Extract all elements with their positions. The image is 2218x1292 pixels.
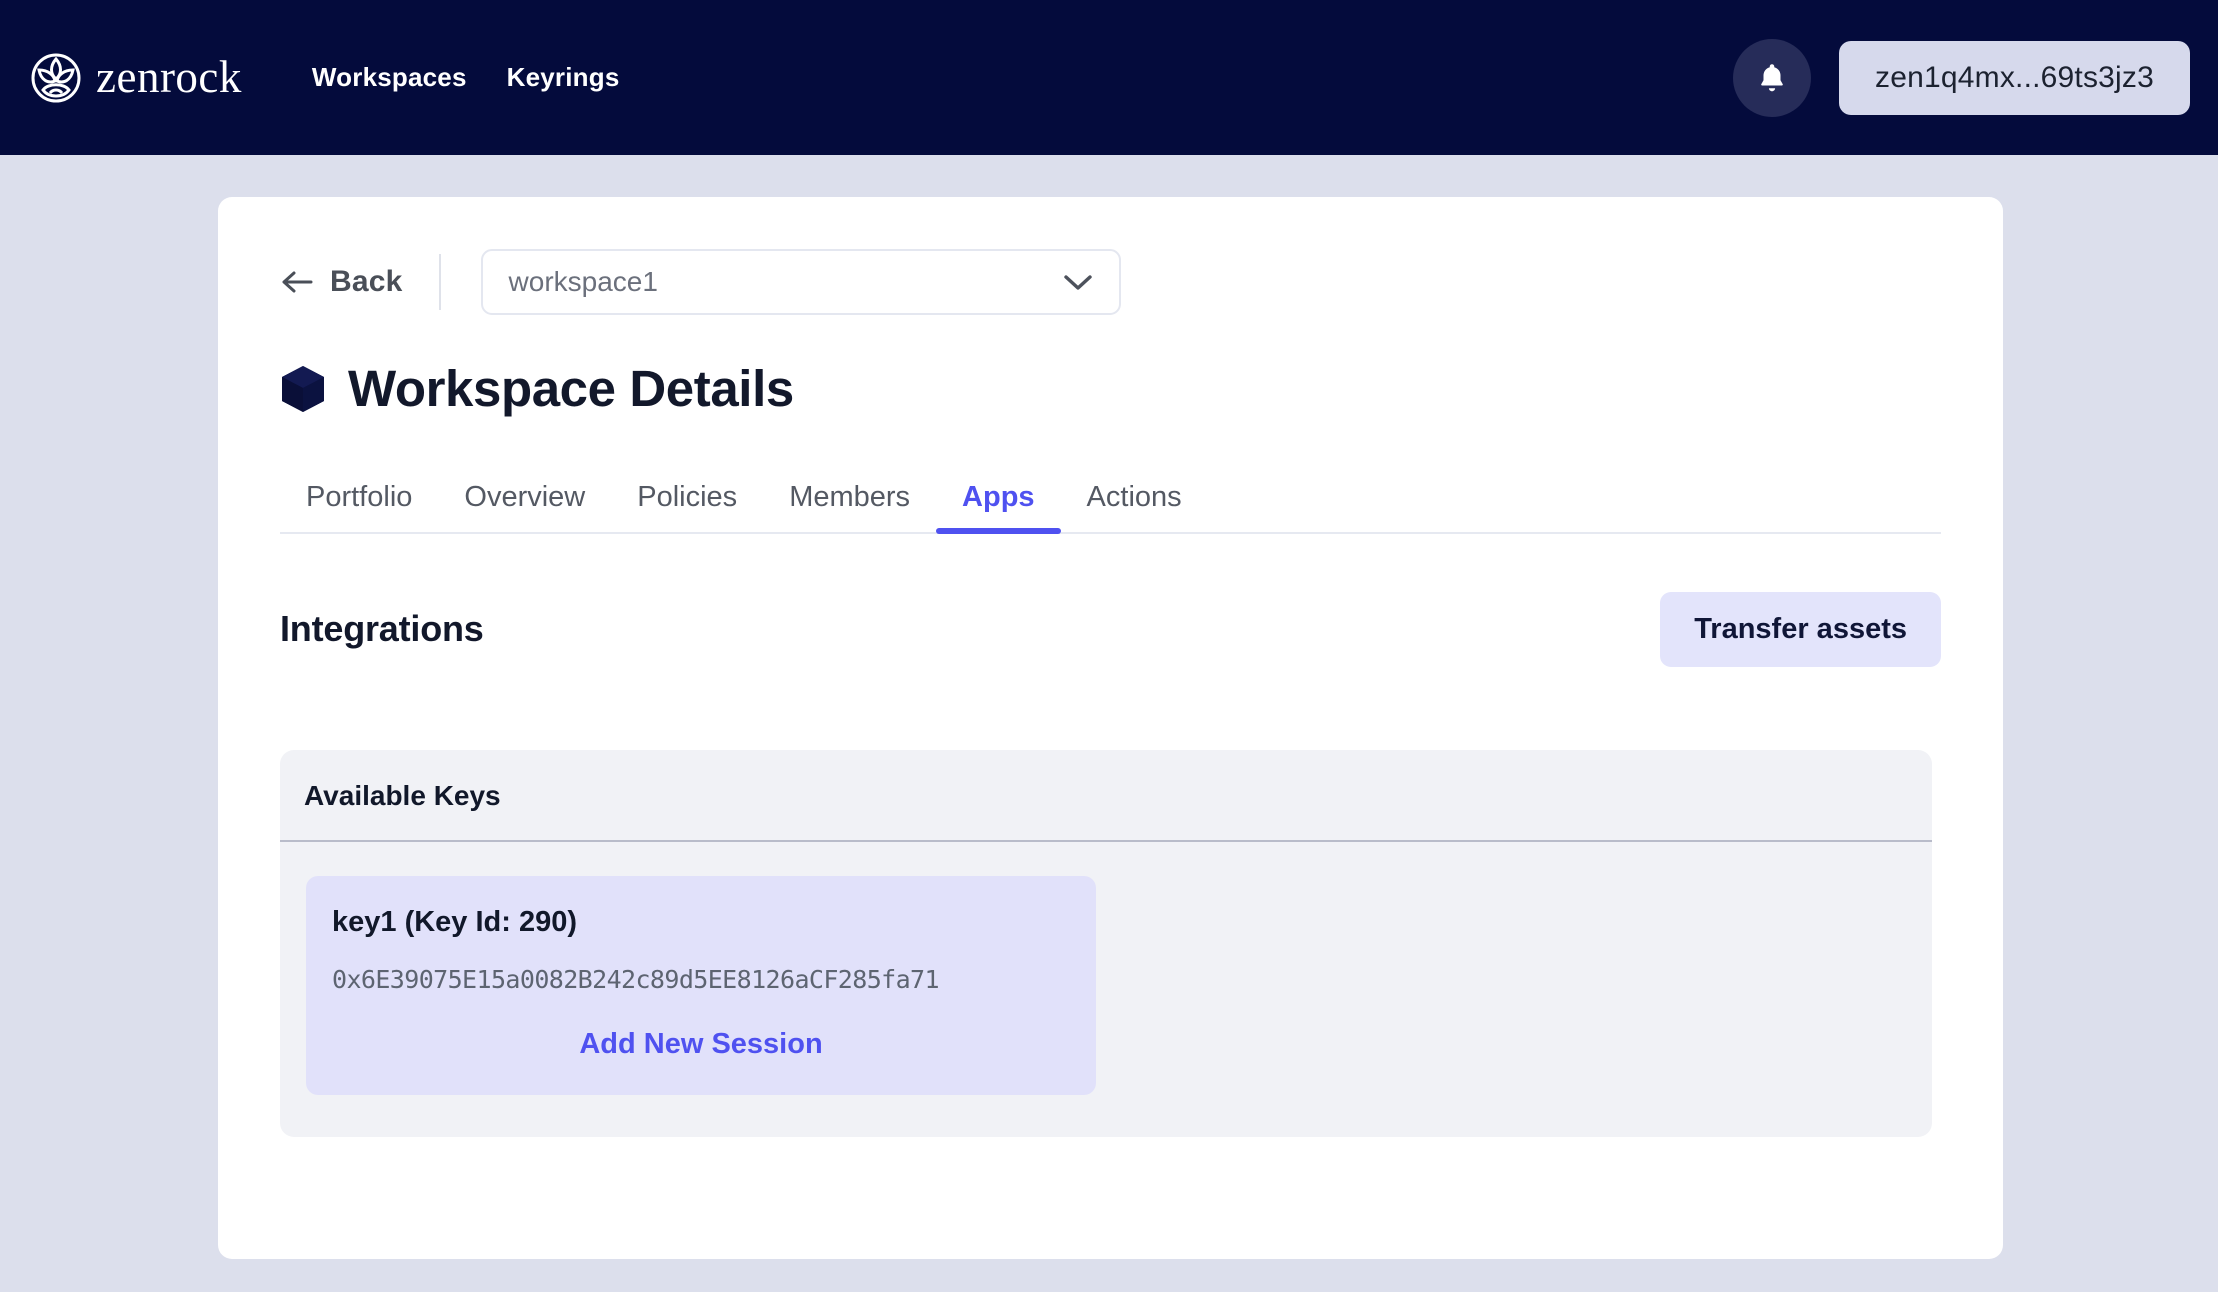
primary-nav: Workspaces Keyrings <box>312 62 620 93</box>
available-keys-panel: Available Keys key1 (Key Id: 290) 0x6E39… <box>280 750 1932 1137</box>
vertical-divider <box>438 254 441 310</box>
workspace-select-value: workspace1 <box>508 266 658 297</box>
list-item[interactable]: key1 (Key Id: 290) 0x6E39075E15a0082B242… <box>306 876 1096 1095</box>
nav-item-workspaces[interactable]: Workspaces <box>312 62 467 93</box>
back-button-label: Back <box>330 265 403 298</box>
transfer-assets-button[interactable]: Transfer assets <box>1660 591 1941 667</box>
tab-bar: Portfolio Overview Policies Members Apps… <box>280 458 1941 534</box>
chevron-down-icon <box>1061 271 1095 293</box>
back-button[interactable]: Back <box>280 265 439 299</box>
tab-apps[interactable]: Apps <box>936 481 1061 534</box>
breadcrumb: Back workspace1 <box>280 249 1941 315</box>
key-address: 0x6E39075E15a0082B242c89d5EE8126aCF285fa… <box>332 965 940 994</box>
top-bar-right-group: zen1q4mx...69ts3jz3 <box>1733 38 2190 117</box>
tab-actions[interactable]: Actions <box>1061 481 1208 532</box>
notifications-button[interactable] <box>1733 38 1812 117</box>
brand-name: zenrock <box>96 52 242 102</box>
tab-members[interactable]: Members <box>763 481 936 532</box>
add-new-session-link[interactable]: Add New Session <box>332 1028 1070 1069</box>
zenrock-logo-icon <box>30 52 82 104</box>
bell-icon <box>1755 61 1789 95</box>
page-title: Workspace Details <box>348 360 794 417</box>
integrations-header-row: Integrations Transfer assets <box>280 590 1941 668</box>
top-navigation-bar: zenrock Workspaces Keyrings zen1q4mx...6… <box>0 0 2218 155</box>
tab-overview[interactable]: Overview <box>438 481 611 532</box>
key-name: key1 (Key Id: 290) <box>332 906 578 938</box>
integrations-heading: Integrations <box>280 608 484 649</box>
account-address-chip[interactable]: zen1q4mx...69ts3jz3 <box>1839 40 2190 115</box>
workspace-details-card: Back workspace1 Workspace Details Portfo… <box>218 197 2003 1259</box>
nav-item-keyrings[interactable]: Keyrings <box>507 62 620 93</box>
brand-logo[interactable]: zenrock <box>30 52 242 104</box>
page-title-row: Workspace Details <box>280 359 1941 418</box>
cube-icon <box>280 364 326 414</box>
workspace-select[interactable]: workspace1 <box>480 249 1121 315</box>
tab-policies[interactable]: Policies <box>611 481 763 532</box>
available-keys-panel-header: Available Keys <box>280 750 1932 842</box>
available-keys-list: key1 (Key Id: 290) 0x6E39075E15a0082B242… <box>280 842 1932 1137</box>
tab-portfolio[interactable]: Portfolio <box>280 481 438 532</box>
available-keys-title: Available Keys <box>304 780 501 811</box>
arrow-left-icon <box>280 268 314 296</box>
